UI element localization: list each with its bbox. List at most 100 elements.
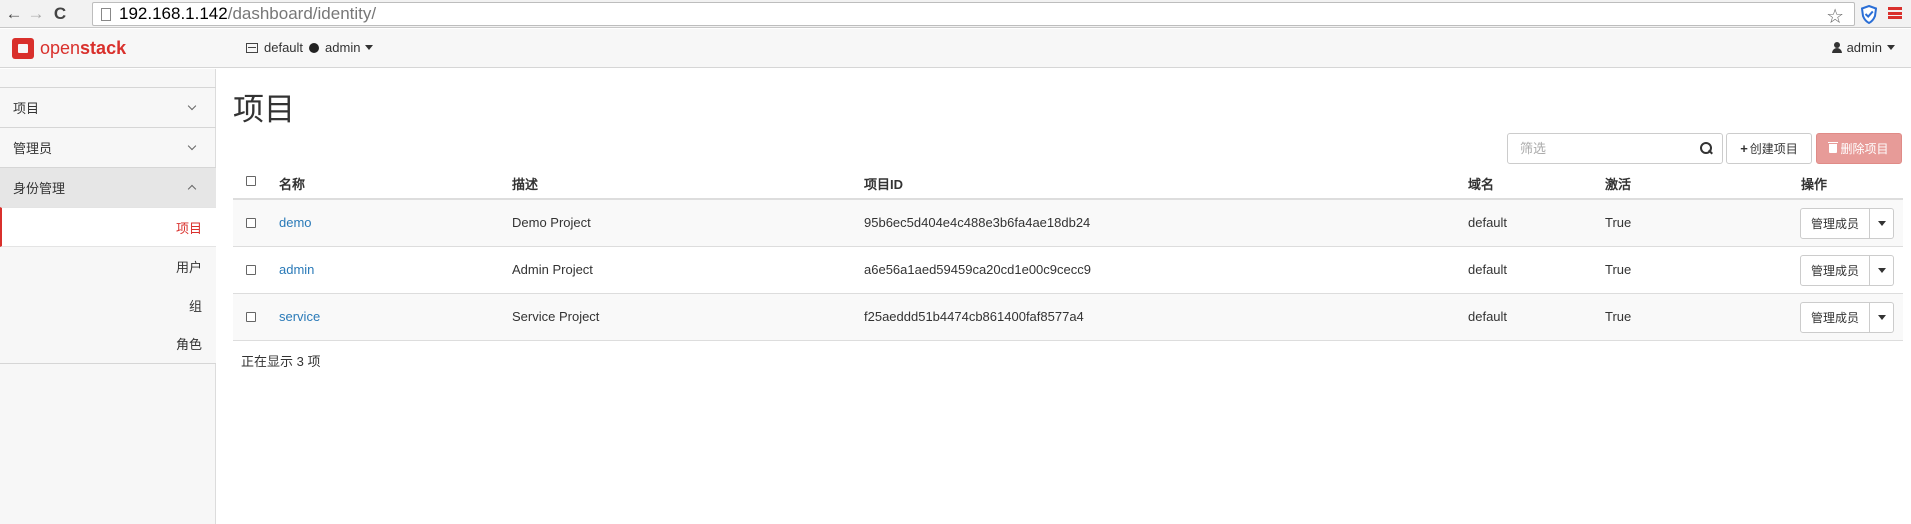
back-arrow-icon: ← <box>5 4 23 23</box>
project-description: Demo Project <box>512 215 591 230</box>
row-checkbox[interactable] <box>246 218 256 228</box>
chevron-down-icon <box>187 101 197 111</box>
sidebar-group-label: 身份管理 <box>13 181 66 196</box>
table-header: 名称 描述 项目ID 域名 激活 操作 <box>233 165 1903 200</box>
delete-projects-button[interactable]: 删除项目 <box>1816 133 1902 164</box>
column-header-project-id[interactable]: 项目ID <box>864 174 903 193</box>
caret-down-icon <box>365 45 374 50</box>
user-menu[interactable]: admin <box>1831 40 1895 55</box>
column-header-name[interactable]: 名称 <box>279 174 305 193</box>
project-domain: default <box>1468 215 1508 230</box>
sidebar-group-label: 项目 <box>13 101 40 116</box>
table-footer-count: 正在显示 3 项 <box>241 354 321 369</box>
row-actions: 管理成员 <box>1800 255 1895 286</box>
project-id: a6e56a1aed59459ca20cd1e00c9cecc9 <box>864 262 1091 277</box>
row-actions: 管理成员 <box>1800 208 1895 239</box>
top-navbar: open stack default admin admin <box>0 29 1911 68</box>
server-icon <box>246 42 258 53</box>
sidebar-item-groups[interactable]: 组 <box>0 286 216 325</box>
sidebar-item-label: 用户 <box>175 260 202 275</box>
sidebar: 项目 管理员 身份管理 项目 用户 组 角色 <box>0 69 216 524</box>
project-name-link[interactable]: service <box>279 309 320 324</box>
project-domain: default <box>1468 309 1508 324</box>
sidebar-item-roles[interactable]: 角色 <box>0 324 216 363</box>
domain-label: default <box>264 40 304 55</box>
row-checkbox[interactable] <box>246 265 256 275</box>
projects-table: 名称 描述 项目ID 域名 激活 操作 demo Demo Project 95… <box>233 165 1903 341</box>
chevron-up-icon <box>187 184 197 194</box>
manage-members-button[interactable]: 管理成员 <box>1800 208 1871 239</box>
user-name: admin <box>1846 40 1882 55</box>
filter-input[interactable] <box>1508 134 1688 163</box>
forward-button[interactable]: → <box>24 2 48 26</box>
caret-down-icon <box>1877 315 1886 320</box>
sidebar-item-label: 组 <box>188 299 202 314</box>
sidebar-item-users[interactable]: 用户 <box>0 247 216 286</box>
row-actions-dropdown-toggle[interactable] <box>1870 255 1895 286</box>
browser-toolbar: ← → C 192.168.1.142/dashboard/identity/ … <box>0 0 1911 28</box>
table-row: service Service Project f25aeddd51b4474c… <box>233 294 1903 341</box>
row-actions-dropdown-toggle[interactable] <box>1870 208 1895 239</box>
brand-stack-text: stack <box>80 38 127 58</box>
project-id: 95b6ec5d404e4c488e3b6fa4ae18db24 <box>864 215 1091 230</box>
row-checkbox[interactable] <box>246 312 256 322</box>
plus-icon: + <box>1740 141 1748 156</box>
sidebar-group-identity[interactable]: 身份管理 <box>0 167 216 207</box>
project-description: Admin Project <box>512 262 593 277</box>
column-header-actions: 操作 <box>1801 177 1828 192</box>
context-selector[interactable]: default admin <box>246 40 374 55</box>
sidebar-group-project[interactable]: 项目 <box>0 87 216 127</box>
back-button[interactable]: ← <box>2 2 26 26</box>
table-row: demo Demo Project 95b6ec5d404e4c488e3b6f… <box>233 200 1903 247</box>
project-enabled: True <box>1605 262 1632 277</box>
shield-extension-icon[interactable] <box>1859 3 1879 25</box>
project-name-link[interactable]: demo <box>279 215 312 230</box>
sidebar-item-projects[interactable]: 项目 <box>0 207 216 247</box>
sidebar-group-admin[interactable]: 管理员 <box>0 127 216 167</box>
manage-members-button[interactable]: 管理成员 <box>1800 255 1871 286</box>
project-description: Service Project <box>512 309 600 324</box>
sidebar-item-label: 项目 <box>175 220 202 236</box>
openstack-logo-icon <box>12 38 34 59</box>
url-path: /dashboard/identity/ <box>227 4 377 23</box>
column-header-description[interactable]: 描述 <box>512 174 538 193</box>
project-enabled: True <box>1605 215 1632 230</box>
column-header-enabled[interactable]: 激活 <box>1605 174 1631 193</box>
sidebar-group-label: 管理员 <box>13 141 53 156</box>
project-label: admin <box>325 40 361 55</box>
table-row: admin Admin Project a6e56a1aed59459ca20c… <box>233 247 1903 294</box>
search-icon[interactable] <box>1700 142 1712 154</box>
project-enabled: True <box>1605 309 1632 324</box>
caret-down-icon <box>1887 45 1895 50</box>
sidebar-divider <box>0 363 216 364</box>
bookmark-star-icon[interactable]: ☆ <box>1826 4 1844 29</box>
sidebar-item-label: 角色 <box>175 337 202 352</box>
caret-down-icon <box>1877 268 1886 273</box>
chevron-down-icon <box>187 141 197 151</box>
url-host: 192.168.1.142 <box>119 4 228 23</box>
delete-projects-label: 删除项目 <box>1840 142 1889 156</box>
manage-members-button[interactable]: 管理成员 <box>1800 302 1871 333</box>
user-icon <box>1831 42 1842 53</box>
page-icon <box>101 7 111 21</box>
project-dot-icon <box>309 42 320 53</box>
forward-arrow-icon: → <box>27 4 45 23</box>
brand-open-text: open <box>40 38 81 58</box>
create-project-button[interactable]: + 创建项目 <box>1726 133 1812 164</box>
caret-down-icon <box>1877 221 1886 226</box>
create-project-label: 创建项目 <box>1749 142 1798 156</box>
reload-icon: C <box>53 4 67 23</box>
page-title: 项目 <box>233 92 295 127</box>
address-bar[interactable]: 192.168.1.142/dashboard/identity/ ☆ <box>92 2 1855 29</box>
filter-box <box>1507 133 1723 164</box>
row-actions: 管理成员 <box>1800 302 1895 333</box>
project-name-link[interactable]: admin <box>279 262 314 277</box>
trash-icon <box>1828 142 1839 153</box>
browser-menu-icon[interactable] <box>1886 4 1904 22</box>
reload-button[interactable]: C <box>48 2 72 26</box>
project-id: f25aeddd51b4474cb861400faf8577a4 <box>864 309 1084 324</box>
select-all-checkbox[interactable] <box>246 176 256 186</box>
column-header-domain[interactable]: 域名 <box>1468 174 1494 193</box>
row-actions-dropdown-toggle[interactable] <box>1870 302 1895 333</box>
openstack-logo[interactable]: open stack <box>12 38 126 59</box>
